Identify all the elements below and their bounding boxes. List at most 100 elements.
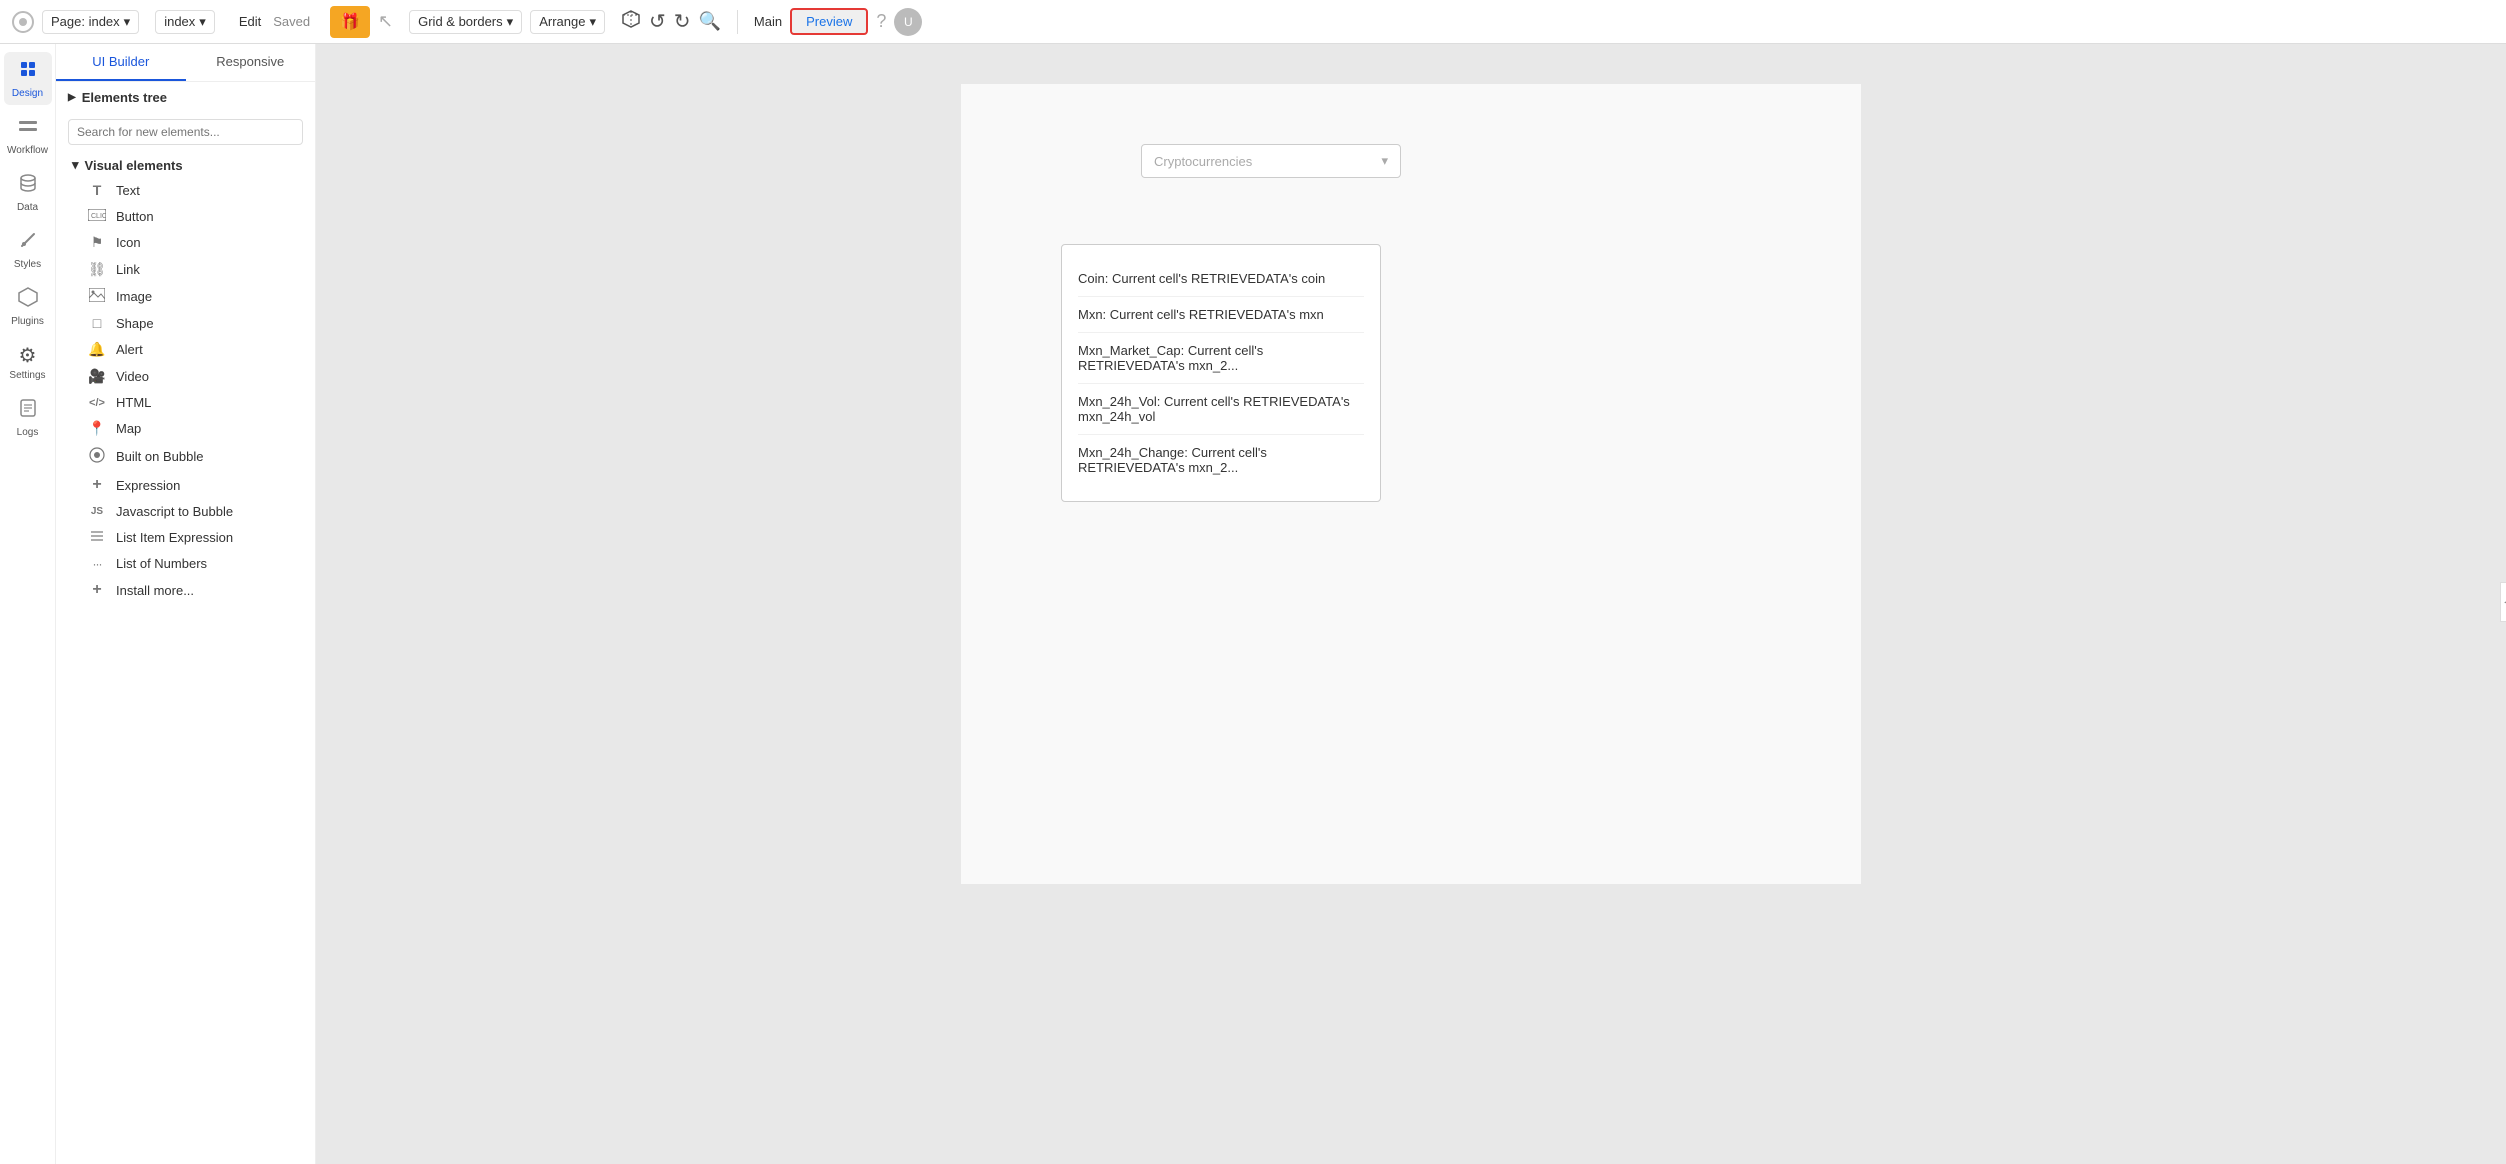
installmore-label: Install more... bbox=[116, 583, 194, 598]
tab-ui-builder[interactable]: UI Builder bbox=[56, 44, 186, 81]
listofnumbers-label: List of Numbers bbox=[116, 556, 207, 571]
icon-label: Icon bbox=[116, 235, 141, 250]
sidebar-item-image[interactable]: Image bbox=[60, 283, 311, 310]
map-icon: 📍 bbox=[88, 420, 106, 437]
sidebar-item-listofnumbers[interactable]: ··· List of Numbers bbox=[60, 551, 311, 576]
visual-elements-arrow: ▾ bbox=[72, 157, 79, 173]
undo-button[interactable]: ↺ bbox=[649, 9, 666, 34]
text-icon: T bbox=[88, 182, 106, 198]
data-label: Data bbox=[17, 202, 38, 213]
saved-label: Saved bbox=[273, 14, 310, 29]
alert-label: Alert bbox=[116, 342, 143, 357]
logs-label: Logs bbox=[17, 427, 39, 438]
html-icon: </> bbox=[88, 397, 106, 409]
grid-borders-button[interactable]: Grid & borders ▾ bbox=[409, 10, 522, 34]
search-button[interactable]: 🔍 bbox=[699, 11, 721, 32]
elements-tree-header[interactable]: ▶ Elements tree bbox=[56, 82, 315, 113]
builtonbubble-icon bbox=[88, 447, 106, 466]
table-row: Mxn_24h_Vol: Current cell's RETRIEVEDATA… bbox=[1078, 384, 1364, 435]
help-button[interactable]: ? bbox=[876, 11, 886, 32]
sidebar-item-installmore[interactable]: + Install more... bbox=[60, 576, 311, 604]
sidebar-item-button[interactable]: CLICK Button bbox=[60, 203, 311, 229]
arrange-label: Arrange bbox=[539, 14, 585, 29]
sidebar-item-listitemexpression[interactable]: List Item Expression bbox=[60, 524, 311, 551]
avatar-label: U bbox=[904, 15, 913, 29]
video-label: Video bbox=[116, 369, 149, 384]
leftnav-styles[interactable]: Styles bbox=[4, 223, 52, 276]
design-icon bbox=[17, 58, 39, 86]
sidebar-item-video[interactable]: 🎥 Video bbox=[60, 363, 311, 390]
logs-icon bbox=[17, 397, 39, 425]
button-label: Button bbox=[116, 209, 154, 224]
tab-ui-builder-label: UI Builder bbox=[92, 54, 149, 69]
grid-label: Grid & borders bbox=[418, 14, 503, 29]
sidebar: UI Builder Responsive ▶ Elements tree ▾ … bbox=[56, 44, 316, 1164]
grid-dropdown-icon: ▾ bbox=[507, 14, 514, 30]
page-selector[interactable]: Page: index ▾ bbox=[42, 10, 139, 34]
table-row: Mxn_24h_Change: Current cell's RETRIEVED… bbox=[1078, 435, 1364, 485]
gift-button[interactable]: 🎁 bbox=[330, 6, 370, 38]
table-row: Mxn_Market_Cap: Current cell's RETRIEVED… bbox=[1078, 333, 1364, 384]
sidebar-item-html[interactable]: </> HTML bbox=[60, 390, 311, 415]
preview-button[interactable]: Preview bbox=[790, 8, 868, 35]
page-label: Page: index bbox=[51, 14, 120, 29]
listitemexpression-label: List Item Expression bbox=[116, 530, 233, 545]
edit-label: Edit bbox=[239, 14, 261, 29]
installmore-icon: + bbox=[88, 581, 106, 599]
leftnav-logs[interactable]: Logs bbox=[4, 391, 52, 444]
dropdown-widget[interactable]: Cryptocurrencies ▾ bbox=[1141, 144, 1401, 178]
plugins-icon bbox=[17, 286, 39, 314]
sidebar-item-builtonbubble[interactable]: Built on Bubble bbox=[60, 442, 311, 471]
canvas-area: Cryptocurrencies ▾ Coin: Current cell's … bbox=[316, 44, 2506, 1164]
arrange-button[interactable]: Arrange ▾ bbox=[530, 10, 605, 34]
leftnav-data[interactable]: Data bbox=[4, 166, 52, 219]
builtonbubble-label: Built on Bubble bbox=[116, 449, 203, 464]
visual-elements-header[interactable]: ▾ Visual elements bbox=[56, 151, 315, 177]
sidebar-item-shape[interactable]: □ Shape bbox=[60, 310, 311, 336]
javascript-label: Javascript to Bubble bbox=[116, 504, 233, 519]
sidebar-item-link[interactable]: ⛓ Link bbox=[60, 256, 311, 283]
map-label: Map bbox=[116, 421, 141, 436]
sidebar-item-expression[interactable]: + Expression bbox=[60, 471, 311, 499]
leftnav-plugins[interactable]: Plugins bbox=[4, 280, 52, 333]
text-label: Text bbox=[116, 183, 140, 198]
pointer-icon[interactable]: ↖ bbox=[378, 11, 393, 32]
design-label: Design bbox=[12, 88, 43, 99]
image-label: Image bbox=[116, 289, 152, 304]
table-widget: Coin: Current cell's RETRIEVEDATA's coin… bbox=[1061, 244, 1381, 502]
dropdown-placeholder: Cryptocurrencies bbox=[1154, 154, 1252, 169]
search-container bbox=[56, 113, 315, 151]
tab-responsive-label: Responsive bbox=[216, 54, 284, 69]
link-label: Link bbox=[116, 262, 140, 277]
svg-text:CLICK: CLICK bbox=[91, 213, 106, 220]
row-label-1: Mxn: Current cell's RETRIEVEDATA's mxn bbox=[1078, 307, 1324, 322]
index-label: index bbox=[164, 14, 195, 29]
image-icon bbox=[88, 288, 106, 305]
sidebar-item-alert[interactable]: 🔔 Alert bbox=[60, 336, 311, 363]
leftnav-design[interactable]: Design bbox=[4, 52, 52, 105]
video-icon: 🎥 bbox=[88, 368, 106, 385]
search-input[interactable] bbox=[68, 119, 303, 145]
sidebar-item-icon[interactable]: ⚑ Icon bbox=[60, 229, 311, 256]
alert-icon: 🔔 bbox=[88, 341, 106, 358]
sidebar-content: ▶ Elements tree ▾ Visual elements T Text… bbox=[56, 82, 315, 1164]
page-dropdown-icon: ▾ bbox=[124, 14, 131, 30]
cube-icon[interactable] bbox=[621, 9, 641, 34]
redo-button[interactable]: ↻ bbox=[674, 9, 691, 34]
workflow-label: Workflow bbox=[7, 145, 48, 156]
sidebar-item-text[interactable]: T Text bbox=[60, 177, 311, 203]
styles-label: Styles bbox=[14, 259, 41, 270]
sidebar-item-map[interactable]: 📍 Map bbox=[60, 415, 311, 442]
sidebar-item-javascript[interactable]: JS Javascript to Bubble bbox=[60, 499, 311, 524]
separator bbox=[737, 10, 738, 34]
index-selector[interactable]: index ▾ bbox=[155, 10, 215, 34]
elements-tree-arrow: ▶ bbox=[68, 92, 76, 103]
index-dropdown-icon: ▾ bbox=[199, 14, 206, 30]
javascript-icon: JS bbox=[88, 506, 106, 517]
user-avatar[interactable]: U bbox=[894, 8, 922, 36]
tab-responsive[interactable]: Responsive bbox=[186, 44, 316, 81]
app-logo bbox=[12, 11, 34, 33]
row-label-2: Mxn_Market_Cap: Current cell's RETRIEVED… bbox=[1078, 343, 1263, 373]
leftnav-workflow[interactable]: Workflow bbox=[4, 109, 52, 162]
leftnav-settings[interactable]: ⚙ Settings bbox=[4, 337, 52, 387]
